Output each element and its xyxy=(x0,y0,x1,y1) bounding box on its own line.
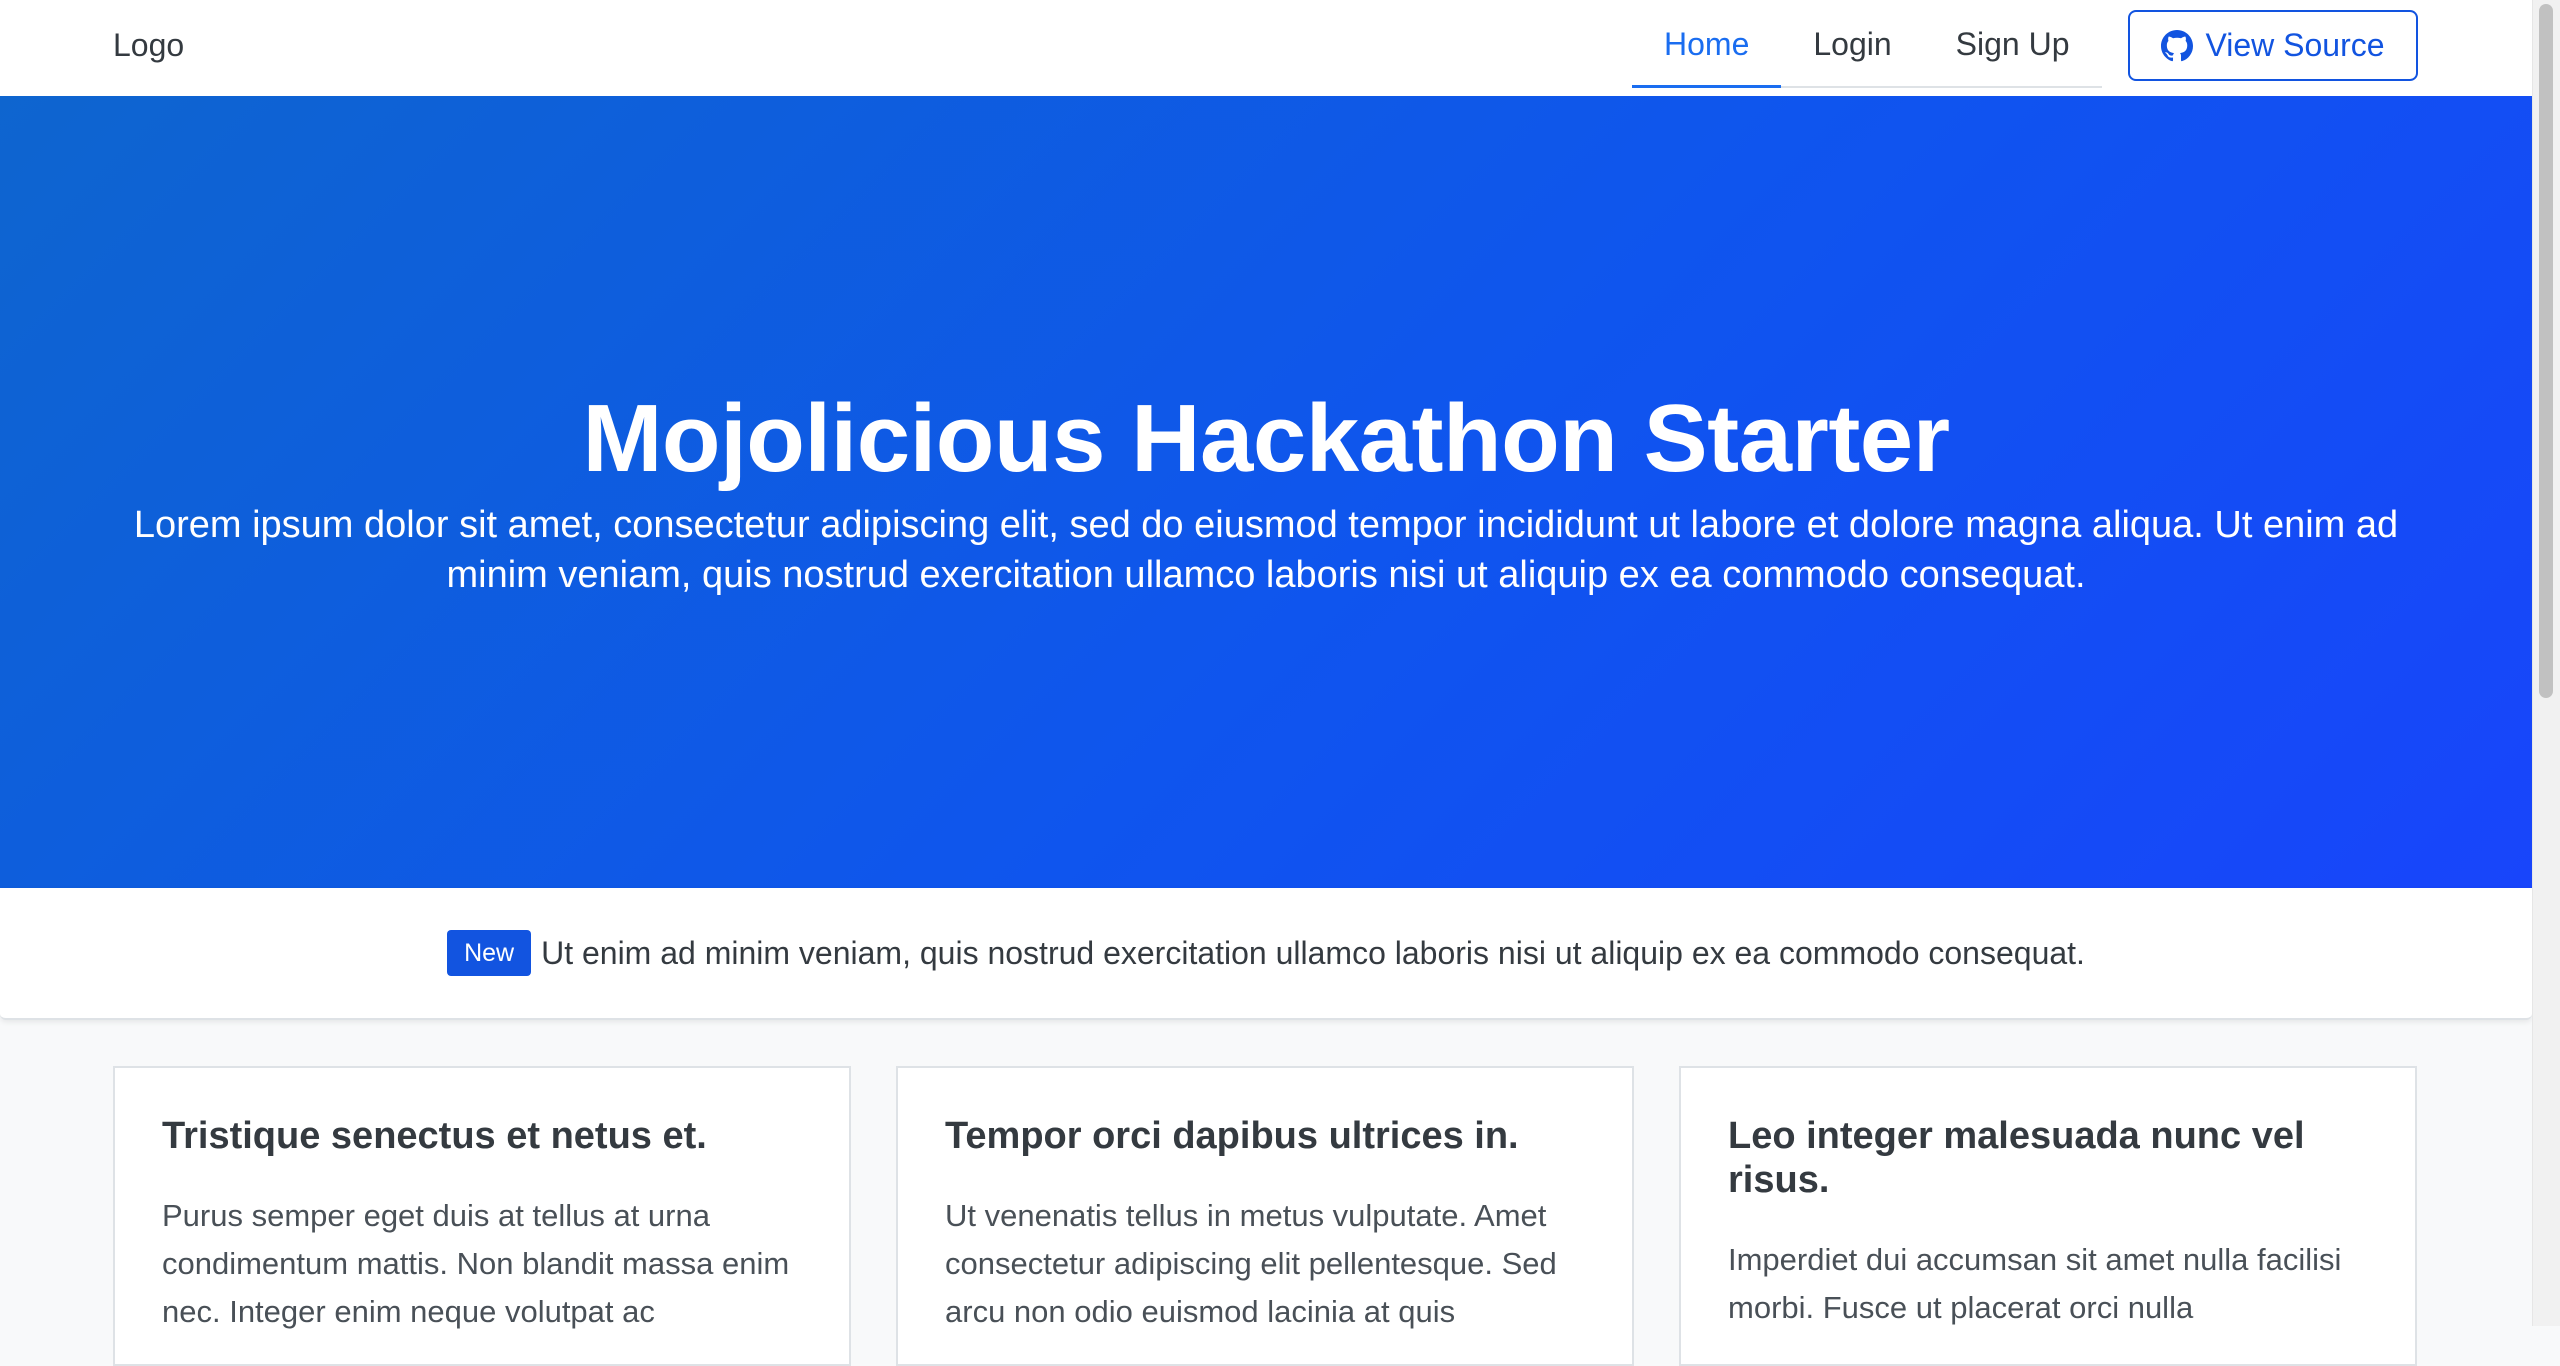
feature-card: Tristique senectus et netus et. Purus se… xyxy=(113,1066,851,1366)
card-title: Leo integer malesuada nunc vel risus. xyxy=(1728,1115,2305,1201)
feature-card: Tempor orci dapibus ultrices in. Ut vene… xyxy=(896,1066,1634,1366)
nav-link-signup[interactable]: Sign Up xyxy=(1924,0,2102,86)
card-title: Tempor orci dapibus ultrices in. xyxy=(945,1115,1519,1157)
github-icon xyxy=(2161,29,2194,61)
page-scrollbar[interactable] xyxy=(2532,0,2560,1326)
hero-subtitle: Lorem ipsum dolor sit amet, consectetur … xyxy=(133,504,2399,596)
navbar: Logo Home Login Sign Up View Source xyxy=(0,0,2532,96)
card-title: Tristique senectus et netus et. xyxy=(162,1115,707,1157)
view-source-button[interactable]: View Source xyxy=(2128,10,2418,81)
feature-card: Leo integer malesuada nunc vel risus. Im… xyxy=(1679,1066,2417,1366)
new-badge: New xyxy=(447,930,532,976)
hero-section: Mojolicious Hackathon Starter Lorem ipsu… xyxy=(0,96,2532,888)
nav-links: Home Login Sign Up xyxy=(1632,0,2102,88)
card-text: Imperdiet dui accumsan sit amet nulla fa… xyxy=(1728,1242,2342,1325)
nav-link-login[interactable]: Login xyxy=(1781,0,1923,86)
card-text: Purus semper eget duis at tellus at urna… xyxy=(162,1198,790,1329)
nav-link-home[interactable]: Home xyxy=(1632,0,1782,88)
scrollbar-thumb[interactable] xyxy=(2539,4,2553,698)
view-source-label: View Source xyxy=(2205,27,2385,63)
logo-link[interactable]: Logo xyxy=(113,0,184,90)
announcement-bar: New Ut enim ad minim veniam, quis nostru… xyxy=(0,888,2532,1020)
hero-title: Mojolicious Hackathon Starter xyxy=(582,385,1950,492)
announcement-text: Ut enim ad minim veniam, quis nostrud ex… xyxy=(541,934,2085,971)
card-text: Ut venenatis tellus in metus vulputate. … xyxy=(945,1198,1557,1329)
